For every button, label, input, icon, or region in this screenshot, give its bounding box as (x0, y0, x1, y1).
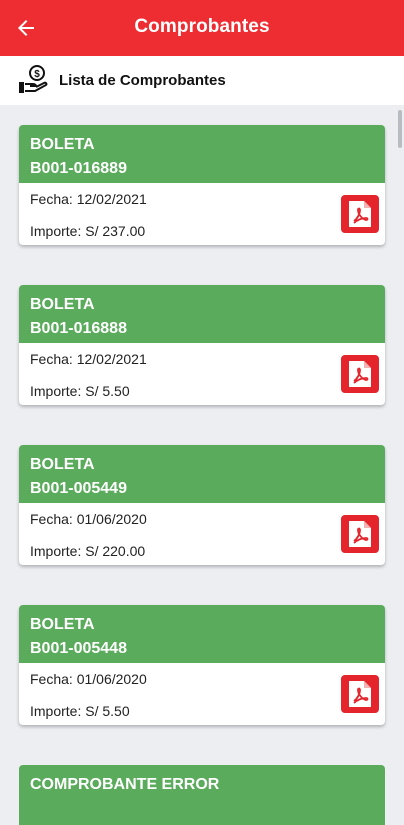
receipt-number: B001-005449 (30, 480, 127, 497)
page-title: Comprobantes (134, 16, 270, 37)
card-header: BOLETA B001-005449 (19, 445, 385, 503)
card-body: Fecha: 01/06/2020 Importe: S/ 5.50 (19, 663, 385, 725)
receipt-date: Fecha: 12/02/2021 (30, 351, 147, 367)
receipt-card[interactable]: BOLETA B001-016888 Fecha: 12/02/2021 Imp… (19, 285, 385, 405)
receipt-amount: Importe: S/ 5.50 (30, 383, 130, 399)
receipt-amount: Importe: S/ 237.00 (30, 223, 146, 239)
receipt-card[interactable]: BOLETA B001-005448 Fecha: 01/06/2020 Imp… (19, 605, 385, 725)
receipt-type: COMPROBANTE ERROR (30, 776, 220, 793)
card-header: BOLETA B001-016888 (19, 285, 385, 343)
pdf-download-button[interactable] (341, 355, 379, 393)
receipt-date: Fecha: 01/06/2020 (30, 511, 147, 527)
receipt-card[interactable]: BOLETA B001-005449 Fecha: 01/06/2020 Imp… (19, 445, 385, 565)
list-header: $ Lista de Comprobantes (0, 56, 404, 105)
receipt-number: B001-005448 (30, 640, 127, 657)
card-body: Fecha: 12/02/2021 Importe: S/ 5.50 (19, 343, 385, 405)
pdf-download-button[interactable] (341, 515, 379, 553)
card-body: Fecha: 12/02/2021 Importe: S/ 237.00 (19, 183, 385, 245)
app-bar: Comprobantes (0, 0, 404, 56)
card-header: BOLETA B001-016889 (19, 125, 385, 183)
svg-text:$: $ (34, 69, 40, 80)
card-header: BOLETA B001-005448 (19, 605, 385, 663)
receipt-type: BOLETA (30, 616, 95, 633)
receipt-date: Fecha: 01/06/2020 (30, 671, 147, 687)
list-title: Lista de Comprobantes (59, 72, 226, 89)
receipt-number: B001-016888 (30, 320, 127, 337)
receipt-amount: Importe: S/ 220.00 (30, 543, 146, 559)
receipt-amount: Importe: S/ 5.50 (30, 703, 130, 719)
card-body: Fecha: 01/06/2020 Importe: S/ 220.00 (19, 503, 385, 565)
receipt-number: B001-016889 (30, 160, 127, 177)
scrollbar[interactable] (398, 110, 402, 148)
pdf-download-button[interactable] (341, 675, 379, 713)
receipt-type: BOLETA (30, 296, 95, 313)
pdf-file-icon (349, 201, 371, 227)
receipt-card[interactable]: COMPROBANTE ERROR (19, 765, 385, 825)
receipt-type: BOLETA (30, 136, 95, 153)
pdf-download-button[interactable] (341, 195, 379, 233)
hand-money-icon: $ (17, 63, 51, 97)
pdf-file-icon (349, 681, 371, 707)
pdf-file-icon (349, 521, 371, 547)
receipt-card[interactable]: BOLETA B001-016889 Fecha: 12/02/2021 Imp… (19, 125, 385, 245)
receipt-type: BOLETA (30, 456, 95, 473)
receipt-date: Fecha: 12/02/2021 (30, 191, 147, 207)
pdf-file-icon (349, 361, 371, 387)
